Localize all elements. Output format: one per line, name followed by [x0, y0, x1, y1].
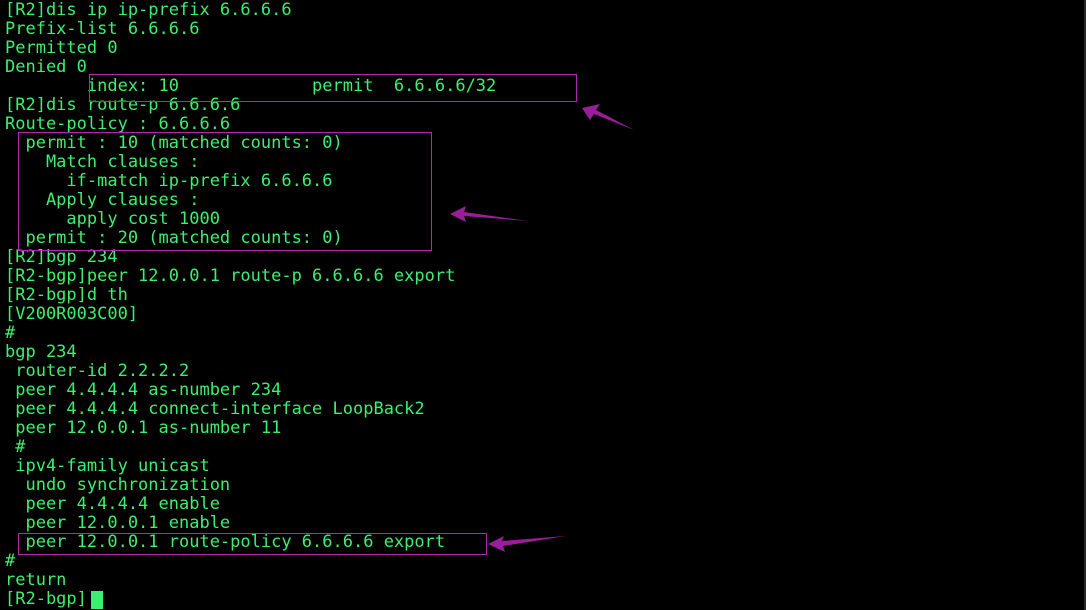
terminal-line: ipv4-family unicast	[5, 456, 210, 476]
terminal-line: peer 12.0.0.1 enable	[5, 513, 231, 533]
highlight-box-peer-export	[18, 533, 487, 555]
terminal-line: [R2]dis ip ip-prefix 6.6.6.6	[5, 0, 292, 20]
terminal-line: peer 12.0.0.1 as-number 11	[5, 418, 282, 438]
terminal-line: peer 4.4.4.4 connect-interface LoopBack2	[5, 399, 425, 419]
terminal-line: bgp 234	[5, 342, 77, 362]
terminal-line: peer 4.4.4.4 enable	[5, 494, 220, 514]
terminal-line: router-id 2.2.2.2	[5, 361, 190, 381]
terminal-line: [R2-bgp]d th	[5, 285, 128, 305]
terminal-line: Permitted 0	[5, 38, 118, 58]
terminal-line: [R2-bgp]peer 12.0.0.1 route-p 6.6.6.6 ex…	[5, 266, 456, 286]
terminal-line: undo synchronization	[5, 475, 231, 495]
terminal-line: Denied 0	[5, 57, 87, 77]
highlight-box-ip-prefix	[89, 74, 577, 102]
terminal-line: Prefix-list 6.6.6.6	[5, 19, 200, 39]
highlight-box-route-policy	[18, 132, 432, 251]
terminal-line: #	[5, 551, 16, 571]
terminal-line: [V200R003C00]	[5, 304, 139, 324]
terminal-window[interactable]: [R2]dis ip ip-prefix 6.6.6.6 Prefix-list…	[0, 0, 1086, 610]
terminal-line: #	[5, 437, 26, 457]
terminal-line: peer 4.4.4.4 as-number 234	[5, 380, 282, 400]
arrow-pointer-icon	[488, 536, 566, 552]
terminal-prompt: [R2-bgp]	[5, 589, 87, 609]
arrow-pointer-icon	[450, 206, 528, 222]
block-cursor	[91, 591, 103, 609]
terminal-line: #	[5, 323, 16, 343]
terminal-line: return	[5, 570, 67, 590]
arrow-pointer-icon	[582, 104, 634, 130]
